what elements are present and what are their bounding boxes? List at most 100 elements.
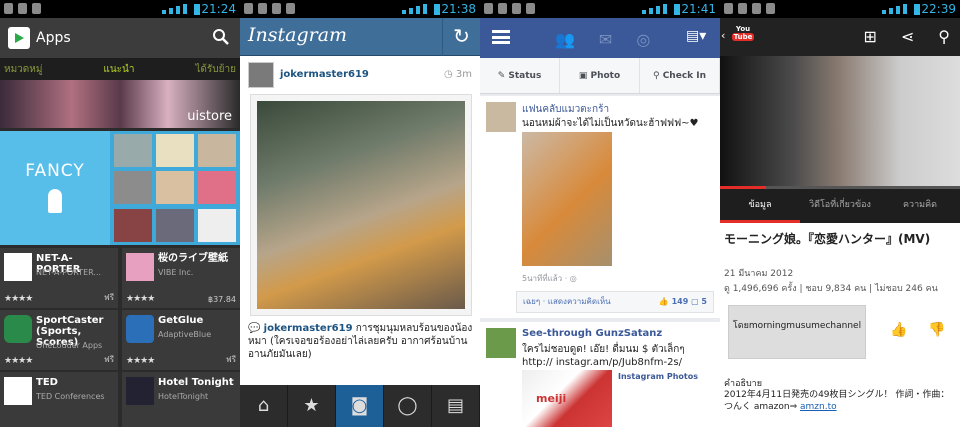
post-time-text: 5นาทีที่แล้ว · [522,274,570,283]
tab-related-videos[interactable]: วิดีโอที่เกี่ยวข้อง [800,189,880,223]
rating-stars: ★★★★ [4,294,33,304]
uploader-button[interactable]: โดยmorningmusumechannel [728,305,866,359]
app-developer: NET-A-PORTER... [36,268,102,277]
youtube-logo[interactable]: You Tube [732,25,754,49]
album-label[interactable]: Instagram Photos [618,372,698,381]
camera-icon[interactable]: ◙ [336,385,384,427]
tab-strip: หมวดหมู่ แนะนำ ได้รับย้าย [0,58,240,80]
app-card[interactable]: Hotel Tonight HotelTonight [122,372,240,427]
description-heading: คำอธิบาย [724,379,763,389]
like-comment-links[interactable]: เฉยๆ · แสดงความคิดเห็น [523,297,611,306]
post-image[interactable] [522,132,612,266]
friend-requests-icon[interactable]: 👥 [555,30,575,49]
notification-icons [724,3,775,14]
bottom-nav: ⌂ ★ ◙ ◯ ▤ [240,385,480,427]
app-icon [126,315,154,343]
share-icon[interactable]: ⋖ [901,27,914,46]
featured-app-tile[interactable]: FANCY [0,131,110,245]
signal-icon [882,4,912,14]
thumbs-down-icon[interactable]: 👎 [928,322,945,338]
avatar[interactable] [486,102,516,132]
thumbs-up-icon[interactable]: 👍 [890,322,907,338]
status-bar: 21:41 [480,0,720,18]
menu-icon[interactable] [492,30,510,44]
avatar[interactable] [248,62,274,88]
app-icon [126,253,154,281]
app-card[interactable]: SportCaster (Sports, Scores) OneLouder A… [0,310,118,370]
feed-options-icon[interactable]: ▤▾ [686,28,716,48]
search-icon[interactable]: ⚲ [938,27,950,46]
description-link[interactable]: amzn.to [800,402,837,412]
app-card[interactable]: TED TED Conferences [0,372,118,427]
app-card[interactable]: NET-A-PORTER NET-A-PORTER... ★★★★ ฟรี [0,248,118,308]
post-photo[interactable] [250,94,472,316]
post-image[interactable]: meiji [522,370,612,427]
composer-bar: ✎ Status ▣ Photo ⚲ Check In [480,58,720,94]
avatar[interactable] [486,328,516,358]
app-developer: OneLouder Apps [36,341,103,350]
tab-comments[interactable]: ความคิด [880,189,960,223]
popsicle-icon [48,189,62,213]
app-icon [126,377,154,405]
tab-top[interactable]: ได้รับย้าย [195,62,236,77]
post-author[interactable]: See-through GunzSatanz [522,328,662,339]
check-in-button-label: Check In [662,71,707,81]
add-to-playlist-icon[interactable]: ⊞ [863,27,876,46]
app-icon [4,377,32,405]
notifications-globe-icon[interactable]: ◎ [636,30,650,49]
tab-categories[interactable]: หมวดหมู่ [4,62,42,77]
clock: 21:38 [441,2,476,16]
home-icon[interactable]: ⌂ [240,385,288,427]
app-name: TED [36,377,58,388]
app-card[interactable]: GetGlue AdaptiveBlue ★★★★ ฟรี [122,310,240,370]
status-button[interactable]: ✎ Status [480,58,560,93]
app-price: ฟรี [104,355,114,364]
instagram-screen: 21:38 Instagram ↻ jokermaster619 ◷ 3m 💬 … [240,0,480,427]
battery-icon [674,4,680,15]
back-chevron-icon[interactable]: ‹ [721,29,725,42]
promo-banner[interactable]: uistore [0,80,240,128]
jewel-icons: 👥 ✉ ◎ [555,30,650,49]
play-store-icon[interactable] [8,27,30,49]
post-author[interactable]: แฟนคลับแมวตะกร้า [522,102,609,117]
app-developer: TED Conferences [36,392,105,401]
video-player[interactable] [720,56,960,188]
notification-icons [244,3,295,14]
youtube-screen: 22:39 ‹ You Tube ⊞ ⋖ ⚲ ข้อมูล วิดีโอที่เ… [720,0,960,427]
profile-card-icon[interactable]: ▤ [432,385,480,427]
feed-post: See-through GunzSatanz ใครไม่ชอบดูด! เอ๊… [480,322,720,427]
tab-info[interactable]: ข้อมูล [720,189,800,223]
globe-icon: ◎ [569,274,577,283]
upload-date: 21 มีนาคม 2012 [724,269,794,279]
header-actions: ⊞ ⋖ ⚲ [863,27,950,46]
comment-count: 5 [701,297,707,306]
featured-thumbnails [110,131,240,245]
status-bar: 22:39 [720,0,960,18]
caption-username[interactable]: jokermaster619 [264,323,353,334]
post-text: ใครไม่ชอบดูด! เอ๊ย! ดื่มนม $ ตัวเล็กๆ ht… [522,344,685,368]
tab-featured[interactable]: แนะนำ [103,62,134,77]
search-icon[interactable] [212,28,230,46]
photo-button[interactable]: ▣ Photo [560,58,640,93]
post-username[interactable]: jokermaster619 [280,69,369,80]
app-card[interactable]: 桜のライブ壁紙 VIBE Inc. ★★★★ ฿37.84 [122,248,240,308]
refresh-icon[interactable]: ↻ [442,18,480,56]
instagram-header: Instagram ↻ [240,18,480,56]
logo-you-text: You [735,25,751,33]
rating-stars: ★★★★ [126,294,155,304]
status-bar: 21:38 [240,0,480,18]
app-price: ฟรี [104,293,114,302]
instagram-logo: Instagram [248,24,348,46]
messages-icon[interactable]: ✉ [599,30,612,49]
facebook-screen: 21:41 👥 ✉ ◎ ▤▾ ✎ Status ▣ Photo ⚲ Check … [480,0,720,427]
app-name: Hotel Tonight [158,377,234,388]
facebook-header: 👥 ✉ ◎ ▤▾ [480,18,720,58]
speech-bubble-icon[interactable]: ◯ [384,385,432,427]
app-icon [4,253,32,281]
post-caption: 💬 jokermaster619 การชุมนุมหลบร้อนของน้อง… [248,322,476,361]
star-icon[interactable]: ★ [288,385,336,427]
check-in-button[interactable]: ⚲ Check In [640,58,720,93]
signal-icon [162,4,192,14]
play-store-screen: 21:24 Apps หมวดหมู่ แนะนำ ได้รับย้าย uis… [0,0,240,427]
signal-icon [642,4,672,14]
